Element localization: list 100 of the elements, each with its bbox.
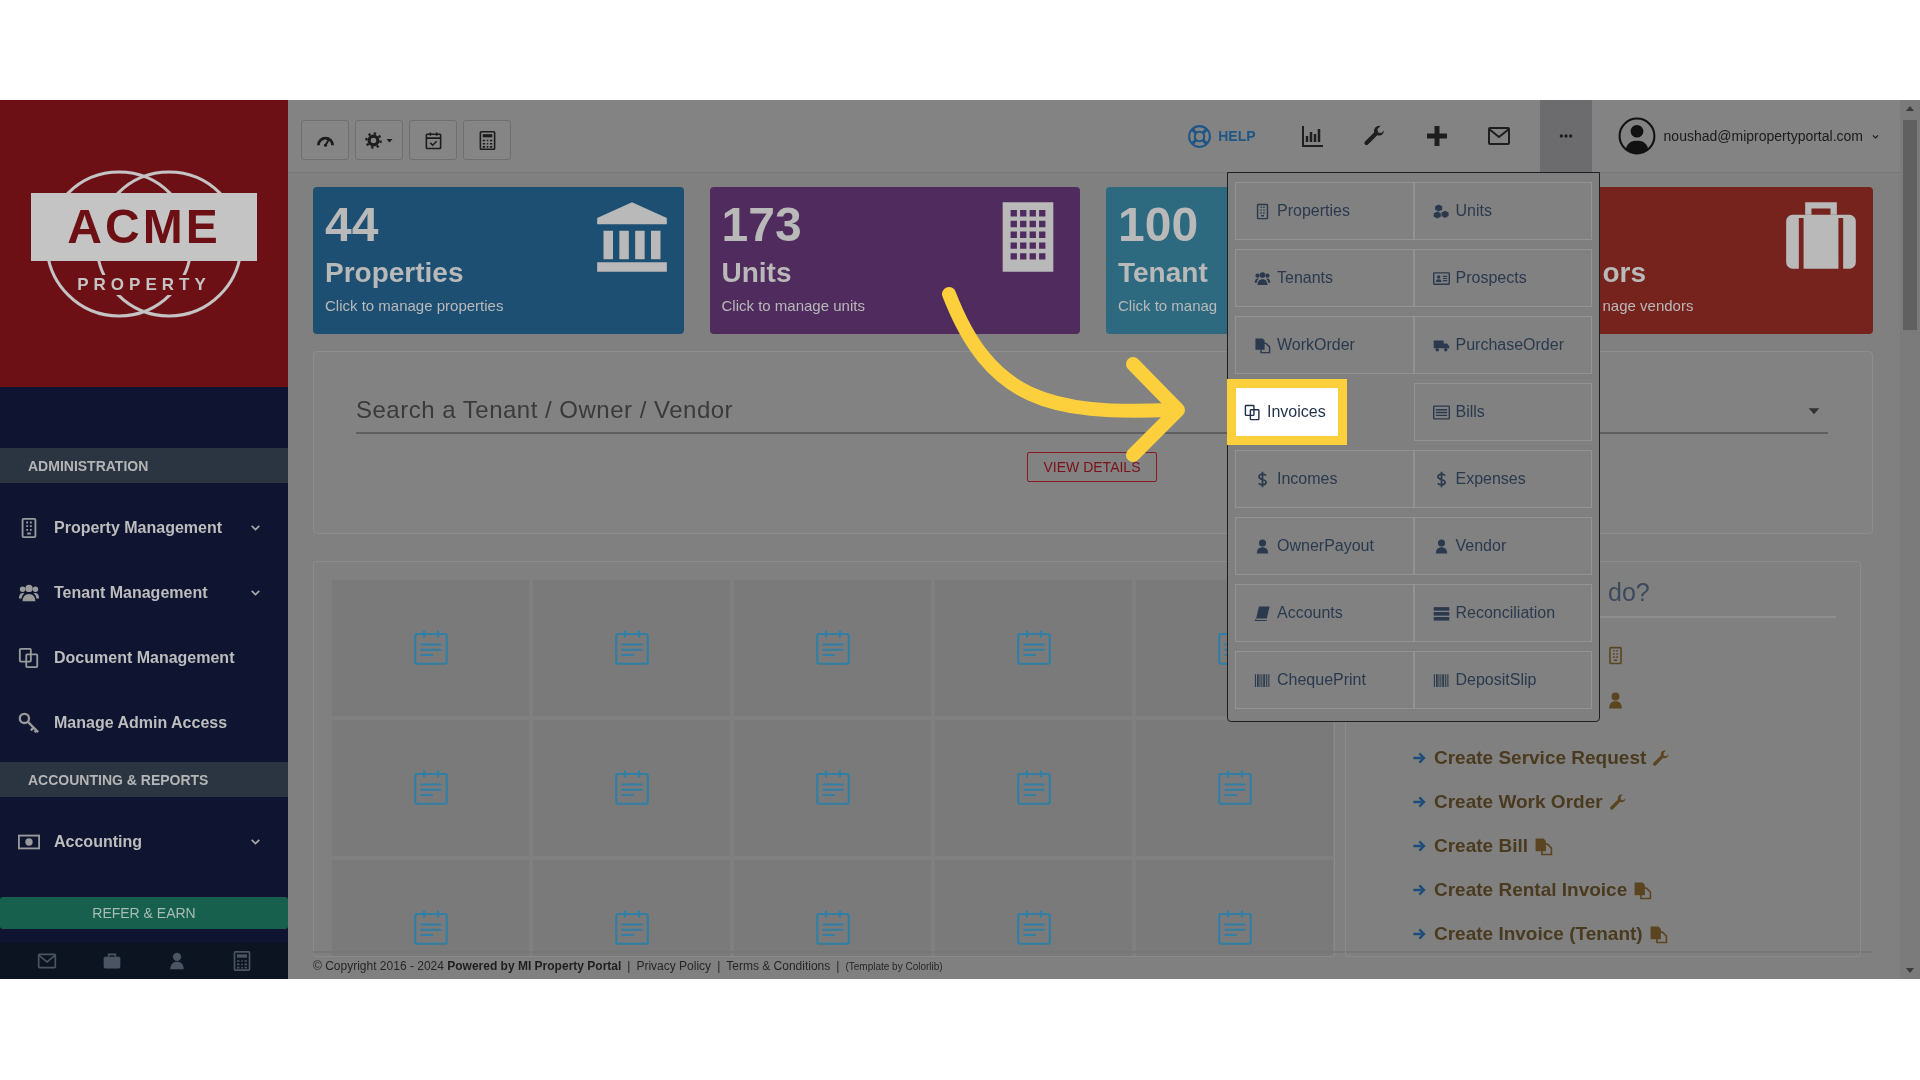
card-title: Properties [325, 256, 465, 290]
envelope-icon[interactable] [35, 951, 58, 971]
copy-icon [18, 646, 40, 669]
book-icon [1254, 604, 1271, 622]
sidebar-item[interactable]: Document Management [0, 625, 288, 690]
menu-item[interactable]: Accounts [1235, 584, 1414, 642]
card-subtitle: Click to manage properties [325, 297, 504, 314]
toolbar-button[interactable] [463, 120, 511, 160]
shortcut-tile[interactable] [734, 720, 931, 856]
building-icon [1606, 646, 1625, 665]
docs-icon [1633, 880, 1653, 900]
action-link[interactable]: Create Invoice (Tenant) [1346, 912, 1860, 956]
calendar-check-icon [423, 130, 443, 150]
users-icon [1254, 269, 1271, 287]
envelope-icon [1485, 124, 1512, 148]
user-menu[interactable]: noushad@mipropertyportal.com [1617, 117, 1880, 155]
user-icon [1254, 537, 1271, 555]
menu-item[interactable]: Reconciliation [1413, 584, 1592, 642]
template-credit: (Template by Colorlib) [845, 960, 943, 972]
shortcut-tile[interactable] [533, 860, 730, 956]
lifebuoy-icon [1187, 123, 1213, 149]
section-header: ADMINISTRATION [0, 448, 288, 483]
scroll-down-icon[interactable] [1905, 965, 1915, 975]
separator: | [835, 959, 841, 973]
gear-icon [364, 130, 383, 150]
menu-item[interactable]: DepositSlip [1413, 651, 1592, 709]
menu-item[interactable]: Prospects [1413, 249, 1592, 307]
refer-button[interactable]: REFER & EARN [0, 897, 288, 929]
stat-card[interactable]: 44 Properties Click to manage properties [313, 187, 684, 334]
scroll-up-icon[interactable] [1905, 104, 1915, 114]
footer-link[interactable]: Privacy Policy [636, 959, 712, 973]
view-details-button[interactable]: VIEW DETAILS [1026, 452, 1158, 482]
shortcut-tile[interactable] [935, 720, 1132, 856]
avatar-icon [1617, 117, 1656, 155]
shortcut-tile[interactable] [1136, 860, 1333, 956]
menu-item[interactable]: ChequePrint [1235, 651, 1414, 709]
shortcut-tile[interactable] [533, 720, 730, 856]
card-subtitle: Click to manag [1118, 297, 1218, 314]
arrow-right-icon [1412, 838, 1428, 854]
separator: | [626, 959, 632, 973]
copyright-text: © Copyright 2016 - 2024 Powered by MI Property Portal [313, 959, 622, 973]
menu-item[interactable]: WorkOrder [1235, 316, 1414, 374]
shortcut-tile[interactable] [734, 860, 931, 956]
shortcut-tile[interactable] [332, 720, 529, 856]
card-title: Tenant [1118, 256, 1209, 290]
menu-item[interactable]: PurchaseOrder [1413, 316, 1592, 374]
bar-chart-icon [1299, 124, 1326, 148]
shortcut-tile[interactable] [332, 580, 529, 716]
barcode-icon [1254, 671, 1271, 689]
sidebar-item[interactable]: Property Management [0, 495, 288, 560]
servers-icon [1432, 604, 1450, 622]
arrow-right-icon [1412, 882, 1428, 898]
scrollbar[interactable] [1900, 100, 1920, 979]
shortcut-tile[interactable] [332, 860, 529, 956]
action-link[interactable]: Create Rental Invoice [1346, 868, 1860, 912]
menu-item[interactable]: Units [1413, 182, 1592, 240]
copy-icon [1244, 403, 1261, 421]
menu-item[interactable]: Vendor [1413, 517, 1592, 575]
ellipsis-button[interactable] [1539, 100, 1592, 172]
action-link[interactable]: Create Service Request [1346, 736, 1860, 780]
key-icon [18, 711, 40, 734]
section-header: ACCOUNTING & REPORTS [0, 762, 288, 797]
action-link[interactable]: Create Bill [1346, 824, 1860, 868]
menu-item[interactable]: Incomes [1235, 450, 1414, 508]
toolbar-button[interactable] [409, 120, 457, 160]
list-icon [1432, 403, 1450, 421]
calculator-icon [477, 130, 497, 150]
sidebar-item[interactable]: Manage Admin Access [0, 690, 288, 755]
wrench-icon [1608, 792, 1628, 812]
arrow-right-icon [1412, 794, 1428, 810]
user-icon [1606, 691, 1625, 710]
shortcut-tile[interactable] [935, 580, 1132, 716]
action-link[interactable]: Create Work Order [1346, 780, 1860, 824]
shortcut-tile[interactable] [935, 860, 1132, 956]
shortcut-tile[interactable] [533, 580, 730, 716]
sidebar-item[interactable]: Accounting [0, 809, 288, 874]
idcard-icon [1432, 269, 1450, 287]
menu-item[interactable]: Bills [1413, 383, 1592, 441]
help-link[interactable]: HELP [1187, 123, 1256, 149]
docs-icon [1648, 924, 1668, 944]
barcode-icon [1432, 671, 1450, 689]
separator: | [716, 959, 722, 973]
building-icon [1254, 202, 1271, 220]
logo-wordmark: ACME [31, 192, 257, 261]
menu-item[interactable]: Tenants [1235, 249, 1414, 307]
panel-title: do? [1607, 577, 1651, 608]
stat-card[interactable]: 173 Units Click to manage units [709, 187, 1080, 334]
menu-item[interactable]: OwnerPayout [1235, 517, 1414, 575]
scroll-thumb[interactable] [1903, 120, 1917, 330]
menu-item[interactable]: Properties [1235, 182, 1414, 240]
card-subtitle: Click to manage units [721, 297, 865, 314]
shortcut-tile[interactable] [734, 580, 931, 716]
menu-item[interactable]: Expenses [1413, 450, 1592, 508]
footer-link[interactable]: Terms & Conditions [726, 959, 831, 973]
sidebar-item[interactable]: Tenant Management [0, 560, 288, 625]
docs-icon [1534, 836, 1553, 856]
shortcut-tile[interactable] [1136, 720, 1333, 856]
toolbar-button[interactable] [355, 120, 403, 160]
toolbar-button[interactable] [301, 120, 349, 160]
arrow-right-icon [1412, 926, 1428, 942]
